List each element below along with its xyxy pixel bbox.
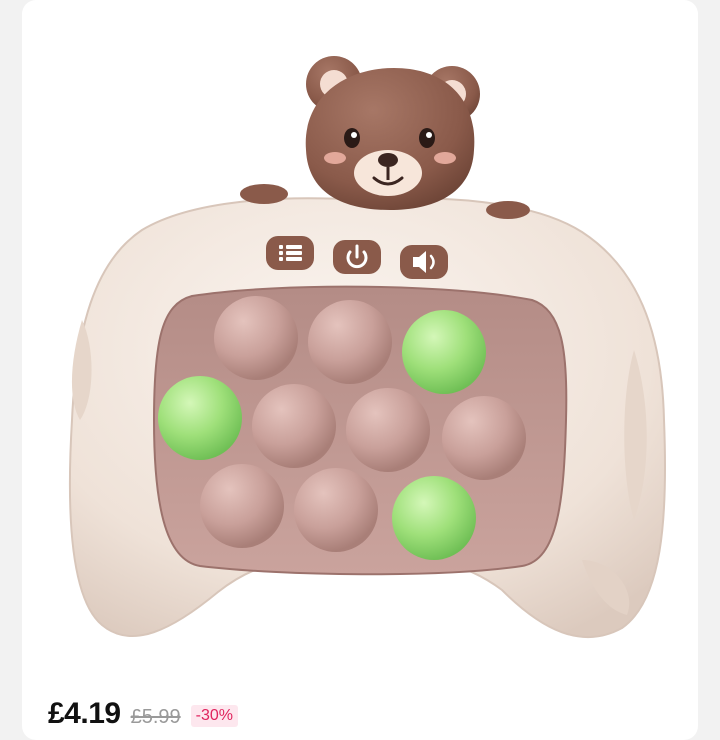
product-image[interactable] [22,0,698,680]
left-shoulder-button[interactable] [240,184,288,204]
discount-badge: -30% [190,705,238,727]
bubble-lit[interactable] [158,376,242,460]
current-price: £4.19 [48,697,121,730]
sound-button[interactable] [400,245,448,279]
bubble-lit[interactable] [402,310,486,394]
original-price: £5.99 [130,706,181,728]
bubble[interactable] [294,468,378,552]
bear-head [305,56,480,210]
bubble[interactable] [442,396,526,480]
bubble[interactable] [346,388,430,472]
bubble[interactable] [214,296,298,380]
bubble[interactable] [252,384,336,468]
menu-button[interactable] [266,236,314,270]
menu-icon [279,245,302,261]
bubble[interactable] [200,464,284,548]
bubble[interactable] [308,300,392,384]
power-button[interactable] [333,240,381,274]
product-card[interactable]: £4.19 £5.99 -30% [22,0,698,740]
right-shoulder-button[interactable] [486,201,530,219]
price-row: £4.19 £5.99 -30% [48,697,238,731]
bubble-lit[interactable] [392,476,476,560]
